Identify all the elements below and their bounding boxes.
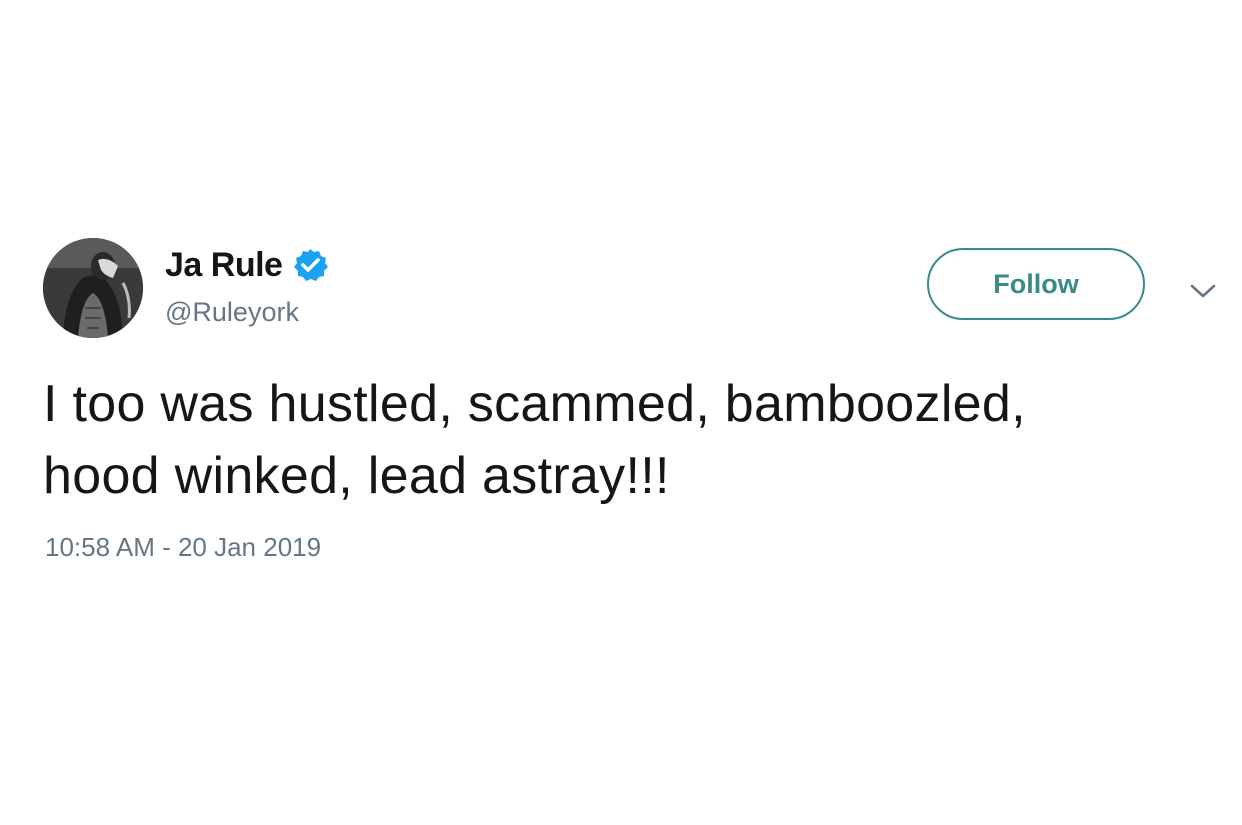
- tweet-text-line: I too was hustled, scammed, bamboozled,: [43, 375, 1026, 433]
- avatar-image: [43, 238, 143, 338]
- chevron-down-icon[interactable]: [1187, 280, 1219, 302]
- tweet-card: Ja Rule @Ruleyork Follow I too was hustl…: [0, 0, 1242, 825]
- follow-button[interactable]: Follow: [927, 248, 1145, 320]
- author-header: Ja Rule: [165, 244, 329, 286]
- tweet-timestamp[interactable]: 10:58 AM - 20 Jan 2019: [45, 532, 321, 563]
- avatar[interactable]: [43, 238, 143, 338]
- tweet-text: I too was hustled, scammed, bamboozled, …: [43, 368, 1193, 512]
- display-name[interactable]: Ja Rule: [165, 246, 283, 285]
- verified-badge-icon: [292, 247, 329, 283]
- author-handle[interactable]: @Ruleyork: [165, 297, 299, 328]
- tweet-text-line: hood winked, lead astray!!!: [43, 447, 670, 505]
